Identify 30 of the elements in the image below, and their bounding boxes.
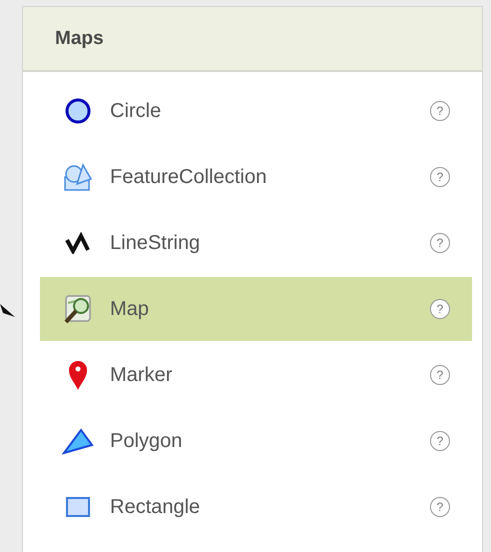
component-item[interactable]: FeatureCollection ? bbox=[40, 145, 472, 209]
help-button[interactable]: ? bbox=[430, 233, 450, 253]
help-button[interactable]: ? bbox=[430, 365, 450, 385]
circle-icon bbox=[65, 98, 91, 124]
map-pin-icon bbox=[67, 359, 89, 391]
component-item[interactable]: Polygon ? bbox=[40, 409, 472, 473]
panel-title: Maps bbox=[55, 28, 104, 50]
component-label: LineString bbox=[110, 232, 202, 254]
component-label: Polygon bbox=[110, 430, 184, 452]
map-icon bbox=[62, 293, 94, 325]
component-item[interactable]: Map ? bbox=[40, 277, 472, 341]
zigzag-icon bbox=[64, 232, 92, 254]
help-button[interactable]: ? bbox=[430, 299, 450, 319]
help-button[interactable]: ? bbox=[430, 431, 450, 451]
component-item[interactable]: Circle ? bbox=[40, 79, 472, 143]
component-item[interactable]: LineString ? bbox=[40, 211, 472, 275]
component-label: Map bbox=[110, 298, 150, 320]
help-button[interactable]: ? bbox=[430, 167, 450, 187]
component-item[interactable]: Marker ? bbox=[40, 343, 472, 407]
component-label: FeatureCollection bbox=[110, 166, 268, 188]
component-item[interactable]: Rectangle ? bbox=[40, 475, 472, 539]
pointer-arrow-icon bbox=[0, 304, 16, 318]
shapes-icon bbox=[63, 162, 93, 192]
help-button[interactable]: ? bbox=[430, 101, 450, 121]
help-button[interactable]: ? bbox=[430, 497, 450, 517]
triangle-icon bbox=[62, 427, 94, 455]
rectangle-icon bbox=[65, 496, 91, 518]
component-label: Rectangle bbox=[110, 496, 202, 518]
component-label: Marker bbox=[110, 364, 174, 386]
component-label: Circle bbox=[110, 100, 162, 122]
